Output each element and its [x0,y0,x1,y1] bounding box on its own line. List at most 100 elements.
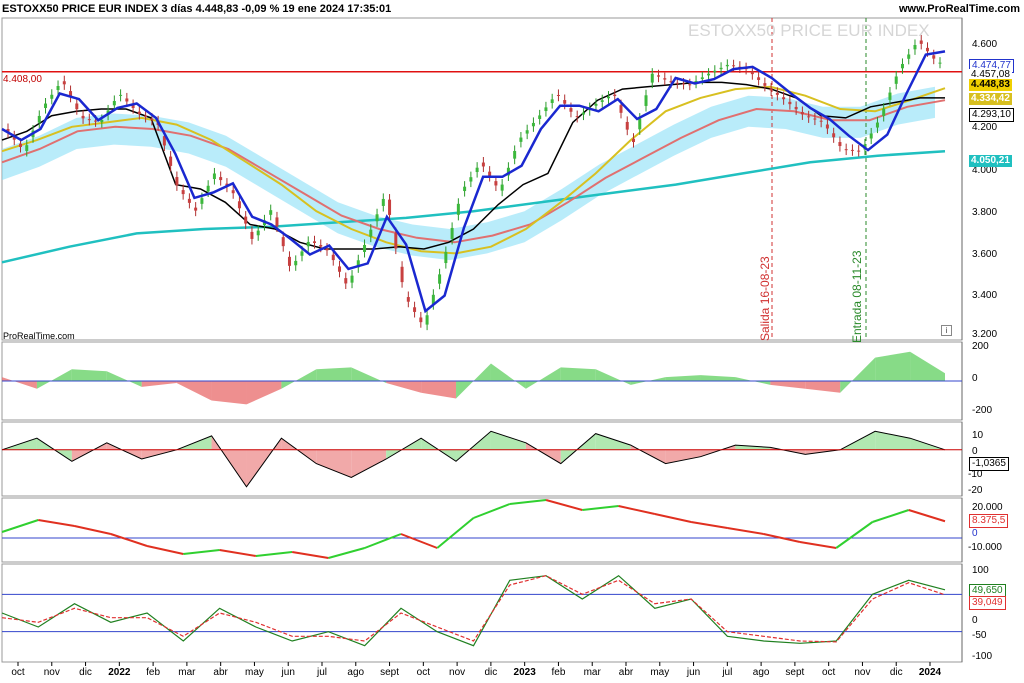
y-tick: 20.000 [972,502,1003,513]
price-bar-body [600,100,604,102]
price-bar-body [713,70,717,73]
price-bar-body [606,96,610,99]
watermark: ESTOXX50 PRICE EUR INDEX [688,21,930,40]
osc3-segment [545,499,583,511]
price-bar-body [363,244,367,252]
osc1-area [665,375,701,381]
osc2-area [665,449,701,464]
osc3-segment [618,505,656,515]
price-bar-body [932,55,936,59]
price-bar-body [37,115,41,123]
price-bar-body [807,116,811,118]
price-bar-body [732,65,736,67]
price-bar-body [312,241,316,244]
price-bar-body [650,73,654,83]
osc3-segment [727,527,764,535]
price-bar-body [338,266,342,272]
price-bar-body [325,248,329,251]
price-bar-body [788,101,792,105]
osc1-area [910,351,945,381]
y-tick: 3.800 [972,207,998,218]
price-bar-body [169,156,173,166]
price-bar-body [469,177,473,182]
level-label: 4.408,00 [3,74,42,85]
price-bar-body [794,106,798,110]
osc3-segment [183,549,220,555]
osc3-segment [110,533,148,547]
exit-annotation: Salida 16-08-23 [758,256,772,341]
price-bar-body [87,119,91,121]
price-bar-body [869,133,873,139]
price-bar-body [719,67,723,70]
x-tick-label: ago [752,667,770,678]
osc1-area [560,367,596,381]
info-icon[interactable]: i [941,325,952,336]
osc3-segment [690,521,728,529]
price-bar-body [237,201,241,209]
price-bar-body [894,76,898,84]
price-bar-body [281,237,285,247]
y-tick: -20 [968,485,983,496]
price-bar-body [444,252,448,264]
entry-annotation: Entrada 08-11-23 [850,250,864,343]
price-bar-body [175,177,179,186]
price-bar-body [525,130,529,134]
price-bar-body [782,97,786,100]
y-tick: 3.400 [972,290,998,301]
osc1-area [211,381,247,405]
price-bar-body [513,150,517,159]
last-value-tag: 8.375,5 [969,514,1009,528]
x-tick-label: dic [79,667,92,678]
osc3-segment [654,513,692,523]
osc1-area [875,351,911,381]
price-bar-body [44,103,48,109]
site-link[interactable]: www.ProRealTime.com [899,3,1020,15]
price-bar-body [813,118,817,120]
x-tick-label: nov [43,667,60,678]
price-bar-body [775,92,779,95]
x-tick-label: mar [583,667,601,678]
osc1-area [176,381,212,401]
panel-frame [1,421,963,497]
osc3-segment [74,525,112,535]
price-bar-body [369,229,373,237]
price-bar-body [481,162,485,167]
price-bar-body [613,94,617,97]
price-bar-body [62,81,66,85]
osc3-segment [582,505,619,511]
x-tick-label: jun [281,667,295,678]
x-tick-label: jul [722,667,733,678]
osc4-main-line [1,574,946,647]
x-tick-label: jun [686,667,701,678]
price-bar-body [850,149,854,151]
osc3-segment [872,509,910,523]
osc1-area [71,369,107,381]
price-bar-body [519,137,523,142]
x-tick-label: may [244,667,264,678]
price-bar-body [763,83,767,86]
price-bar-body [675,82,679,84]
price-bar-body [200,198,204,204]
osc1-area [700,375,736,381]
x-tick-label: ago [347,667,365,678]
price-bar-body [657,75,661,77]
osc2-area [490,431,526,450]
osc3-segment [328,547,365,559]
osc1-area [386,381,422,393]
price-bar-body [294,260,298,266]
osc3-segment [799,541,837,549]
osc2-area [316,449,352,478]
price-bar-body [844,149,848,151]
price-bar-body [531,122,535,127]
price-bar-body [206,185,210,192]
price-bar-body [269,210,273,215]
last-value-tag: 39,049 [969,596,1006,610]
price-bar-body [331,254,335,261]
price-bar-body [463,186,467,192]
price-bar-body [488,171,492,176]
price-bar-body [438,274,442,284]
price-bar-body [800,112,804,115]
price-bar-body [550,99,554,104]
price-bar-body [838,142,842,147]
price-bar-body [181,190,185,195]
